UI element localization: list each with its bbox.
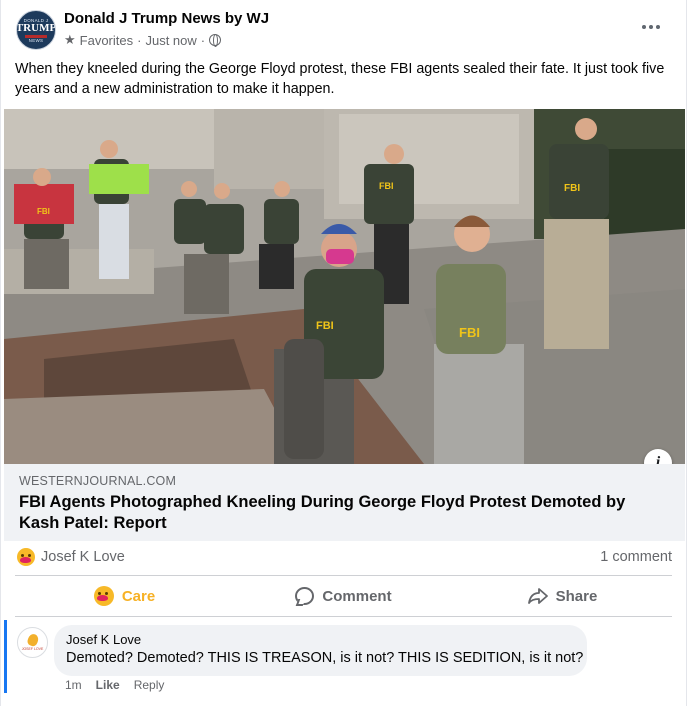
post-header: DONALD J TRUMP NEWS Donald J Trump News … — [15, 9, 672, 53]
comment-text: Demoted? Demoted? THIS IS TREASON, is it… — [66, 650, 584, 666]
flame-icon — [25, 632, 40, 648]
comment-bubble: Josef K Love Demoted? Demoted? THIS IS T… — [54, 625, 587, 676]
post-photo[interactable]: FBI FBI FBI FBI FBI — [4, 109, 685, 464]
share-icon — [527, 587, 548, 605]
care-label: Care — [121, 587, 156, 605]
comment-label: Comment — [322, 587, 392, 605]
page-name-link[interactable]: Donald J Trump News by WJ — [64, 10, 269, 27]
link-domain: WESTERNJOURNAL.COM — [19, 474, 177, 488]
photo-illustration: FBI FBI FBI FBI FBI — [4, 109, 685, 464]
comment-icon — [295, 587, 315, 605]
vest-label: FBI — [564, 183, 580, 194]
comment-like-button[interactable]: Like — [96, 678, 120, 692]
vest-label: FBI — [459, 325, 480, 340]
audience-label[interactable]: Favorites — [80, 33, 133, 48]
comment-footer: 1m Like Reply — [65, 678, 164, 692]
link-title[interactable]: FBI Agents Photographed Kneeling During … — [19, 492, 669, 534]
care-icon — [93, 586, 114, 606]
share-label: Share — [555, 587, 598, 605]
vest-label: FBI — [379, 181, 394, 191]
care-reaction-icon[interactable] — [16, 547, 36, 567]
commenter-avatar[interactable]: JOSEF LOVE — [17, 627, 48, 658]
avatar-caption: JOSEF LOVE — [21, 647, 44, 651]
comment-reply-button[interactable]: Reply — [134, 678, 165, 692]
divider — [15, 616, 672, 617]
post-meta: ★ Favorites · Just now · — [64, 32, 222, 48]
vest-label: FBI — [316, 320, 334, 332]
dot-icon — [649, 25, 653, 29]
globe-icon — [209, 34, 222, 47]
avatar-caption-bottom: NEWS — [28, 37, 44, 43]
avatar-logo-text: TRUMP — [16, 21, 56, 34]
meta-separator: · — [137, 32, 142, 48]
more-options-button[interactable] — [636, 15, 666, 39]
post-time[interactable]: Just now — [145, 33, 196, 48]
comment-time[interactable]: 1m — [65, 678, 82, 692]
comment-count[interactable]: 1 comment — [600, 549, 672, 565]
action-bar: Care Comment Share — [15, 577, 672, 615]
page-avatar[interactable]: DONALD J TRUMP NEWS — [16, 10, 56, 50]
dot-icon — [642, 25, 646, 29]
comment-author[interactable]: Josef K Love — [66, 632, 141, 647]
care-button[interactable]: Care — [15, 577, 234, 615]
reactions-bar: Josef K Love 1 comment — [15, 546, 672, 570]
comment-button[interactable]: Comment — [234, 577, 453, 615]
divider — [15, 575, 672, 576]
dot-icon — [656, 25, 660, 29]
reactor-name[interactable]: Josef K Love — [41, 549, 125, 565]
post-text: When they kneeled during the George Floy… — [15, 61, 665, 97]
star-icon: ★ — [64, 32, 76, 47]
vest-label: FBI — [37, 207, 50, 216]
post-card: DONALD J TRUMP NEWS Donald J Trump News … — [0, 0, 687, 706]
comment-highlight-bar — [4, 620, 7, 693]
link-preview[interactable]: WESTERNJOURNAL.COM FBI Agents Photograph… — [4, 464, 685, 541]
meta-separator: · — [200, 32, 206, 48]
share-button[interactable]: Share — [453, 577, 672, 615]
